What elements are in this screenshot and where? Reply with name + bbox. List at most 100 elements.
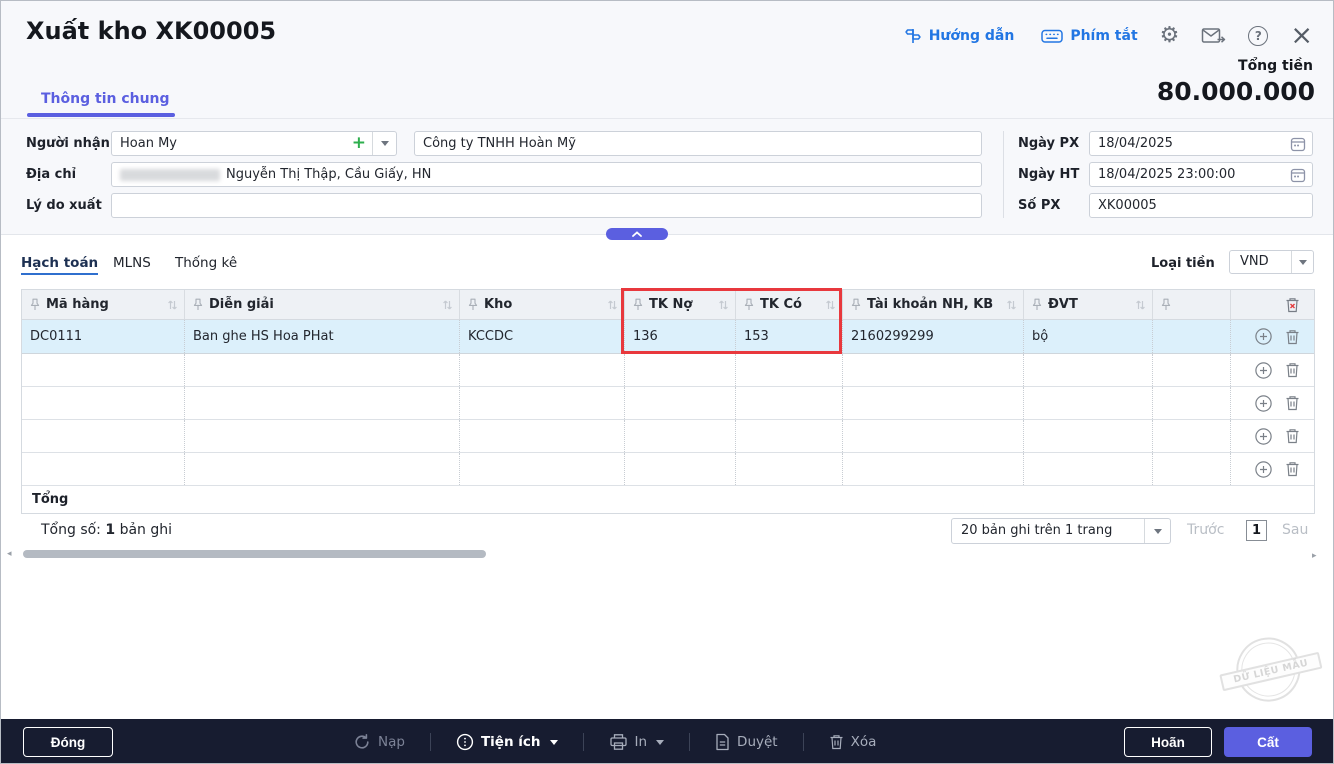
cell-debit-account[interactable] — [625, 354, 736, 386]
prev-page-button[interactable]: Trước — [1187, 522, 1224, 538]
cell-bank-account[interactable] — [843, 420, 1024, 452]
delete-row-icon[interactable] — [1285, 395, 1300, 411]
cell-description[interactable]: Ban ghe HS Hoa PHat — [185, 320, 460, 353]
utilities-button[interactable]: Tiện ích — [456, 733, 558, 751]
tab-statistics[interactable]: Thống kê — [175, 255, 237, 271]
column-header-unit[interactable]: ĐVT — [1024, 290, 1153, 319]
recipient-input[interactable]: Hoan My + — [111, 131, 397, 156]
send-mail-icon[interactable] — [1201, 26, 1226, 46]
cell-debit-account[interactable] — [625, 453, 736, 485]
next-page-button[interactable]: Sau — [1282, 522, 1308, 538]
save-button[interactable]: Cất — [1224, 727, 1312, 757]
shortcuts-link[interactable]: Phím tắt — [1041, 28, 1137, 44]
cell-credit-account[interactable] — [736, 420, 843, 452]
date-ht-input[interactable]: 18/04/2025 23:00:00 — [1089, 162, 1313, 187]
cell-description[interactable] — [185, 387, 460, 419]
cell-credit-account[interactable] — [736, 453, 843, 485]
cell-unit[interactable] — [1024, 453, 1153, 485]
delete-row-icon[interactable] — [1285, 428, 1300, 444]
cell-item-code[interactable] — [22, 354, 185, 386]
tab-mlns[interactable]: MLNS — [113, 255, 151, 271]
delete-row-icon[interactable] — [1285, 329, 1300, 345]
cell-unit[interactable]: bộ — [1024, 320, 1153, 353]
add-row-icon[interactable] — [1255, 428, 1272, 445]
add-recipient-icon[interactable]: + — [352, 134, 366, 153]
scroll-left-arrow-icon[interactable]: ◂ — [7, 549, 12, 559]
column-header-debit-account[interactable]: TK Nợ — [625, 290, 736, 319]
delete-row-icon[interactable] — [1285, 362, 1300, 378]
delete-row-icon[interactable] — [1285, 461, 1300, 477]
delete-all-icon[interactable] — [1285, 297, 1300, 313]
add-row-icon[interactable] — [1255, 461, 1272, 478]
column-header-pinned[interactable] — [1153, 290, 1231, 319]
currency-dropdown-button[interactable] — [1291, 251, 1313, 273]
cell-description[interactable] — [185, 420, 460, 452]
table-row-empty[interactable] — [22, 387, 1314, 420]
calendar-icon[interactable] — [1290, 136, 1306, 152]
company-input[interactable]: Công ty TNHH Hoàn Mỹ — [414, 131, 982, 156]
tab-accounting[interactable]: Hạch toán — [21, 255, 98, 275]
delete-button[interactable]: Xóa — [829, 734, 877, 750]
cell-credit-account[interactable]: 153 — [736, 320, 843, 353]
cell-bank-account[interactable] — [843, 354, 1024, 386]
cell-description[interactable] — [185, 354, 460, 386]
approve-button[interactable]: Duyệt — [715, 733, 778, 751]
cell-warehouse[interactable] — [460, 354, 625, 386]
currency-select[interactable]: VND — [1229, 250, 1314, 274]
date-px-input[interactable]: 18/04/2025 — [1089, 131, 1313, 156]
column-header-description[interactable]: Diễn giải — [185, 290, 460, 319]
horizontal-scrollbar[interactable] — [23, 550, 486, 558]
column-header-item-code[interactable]: Mã hàng — [22, 290, 185, 319]
scroll-right-arrow-icon[interactable]: ▸ — [1312, 551, 1317, 561]
cell-unit[interactable] — [1024, 387, 1153, 419]
cell-unit[interactable] — [1024, 354, 1153, 386]
cell-item-code[interactable]: DC0111 — [22, 320, 185, 353]
column-header-credit-account[interactable]: TK Có — [736, 290, 843, 319]
cell-credit-account[interactable] — [736, 354, 843, 386]
guide-link[interactable]: Hướng dẫn — [904, 27, 1015, 45]
cell-bank-account[interactable] — [843, 387, 1024, 419]
cell-debit-account[interactable] — [625, 420, 736, 452]
close-icon[interactable]: × — [1290, 26, 1313, 46]
add-row-icon[interactable] — [1255, 362, 1272, 379]
cell-item-code[interactable] — [22, 420, 185, 452]
tab-general-info[interactable]: Thông tin chung — [41, 91, 170, 107]
add-row-icon[interactable] — [1255, 328, 1272, 345]
load-button[interactable]: Nạp — [353, 733, 405, 751]
page-size-dropdown-button[interactable] — [1144, 519, 1170, 543]
cell-credit-account[interactable] — [736, 387, 843, 419]
table-row-empty[interactable] — [22, 453, 1314, 486]
cell-warehouse[interactable] — [460, 420, 625, 452]
cell-bank-account[interactable]: 2160299299 — [843, 320, 1024, 353]
cell-description[interactable] — [185, 453, 460, 485]
add-row-icon[interactable] — [1255, 395, 1272, 412]
cell-bank-account[interactable] — [843, 453, 1024, 485]
print-button[interactable]: In — [609, 733, 665, 751]
cell-warehouse[interactable] — [460, 387, 625, 419]
table-row-empty[interactable] — [22, 354, 1314, 387]
table-row-empty[interactable] — [22, 420, 1314, 453]
cell-unit[interactable] — [1024, 420, 1153, 452]
postpone-button[interactable]: Hoãn — [1124, 727, 1212, 757]
settings-gear-icon[interactable]: ⚙ — [1160, 25, 1180, 47]
calendar-icon[interactable] — [1290, 167, 1306, 183]
doc-no-input[interactable]: XK00005 — [1089, 193, 1313, 218]
cell-debit-account[interactable] — [625, 387, 736, 419]
reason-input[interactable] — [111, 193, 982, 218]
cell-item-code[interactable] — [22, 387, 185, 419]
address-input[interactable]: Nguyễn Thị Thập, Cầu Giấy, HN — [111, 162, 982, 187]
cell-warehouse[interactable]: KCCDC — [460, 320, 625, 353]
page-size-select[interactable]: 20 bản ghi trên 1 trang — [951, 518, 1171, 544]
refresh-icon — [353, 733, 371, 751]
cell-debit-account[interactable]: 136 — [625, 320, 736, 353]
recipient-dropdown-button[interactable] — [372, 132, 396, 155]
table-row[interactable]: DC0111 Ban ghe HS Hoa PHat KCCDC 136 153… — [22, 320, 1314, 354]
collapse-panel-button[interactable] — [606, 228, 668, 240]
help-icon[interactable]: ? — [1248, 26, 1268, 46]
close-button[interactable]: Đóng — [23, 727, 113, 757]
column-header-bank-account[interactable]: Tài khoản NH, KB — [843, 290, 1024, 319]
cell-item-code[interactable] — [22, 453, 185, 485]
current-page-box[interactable]: 1 — [1246, 520, 1267, 541]
column-header-warehouse[interactable]: Kho — [460, 290, 625, 319]
cell-warehouse[interactable] — [460, 453, 625, 485]
